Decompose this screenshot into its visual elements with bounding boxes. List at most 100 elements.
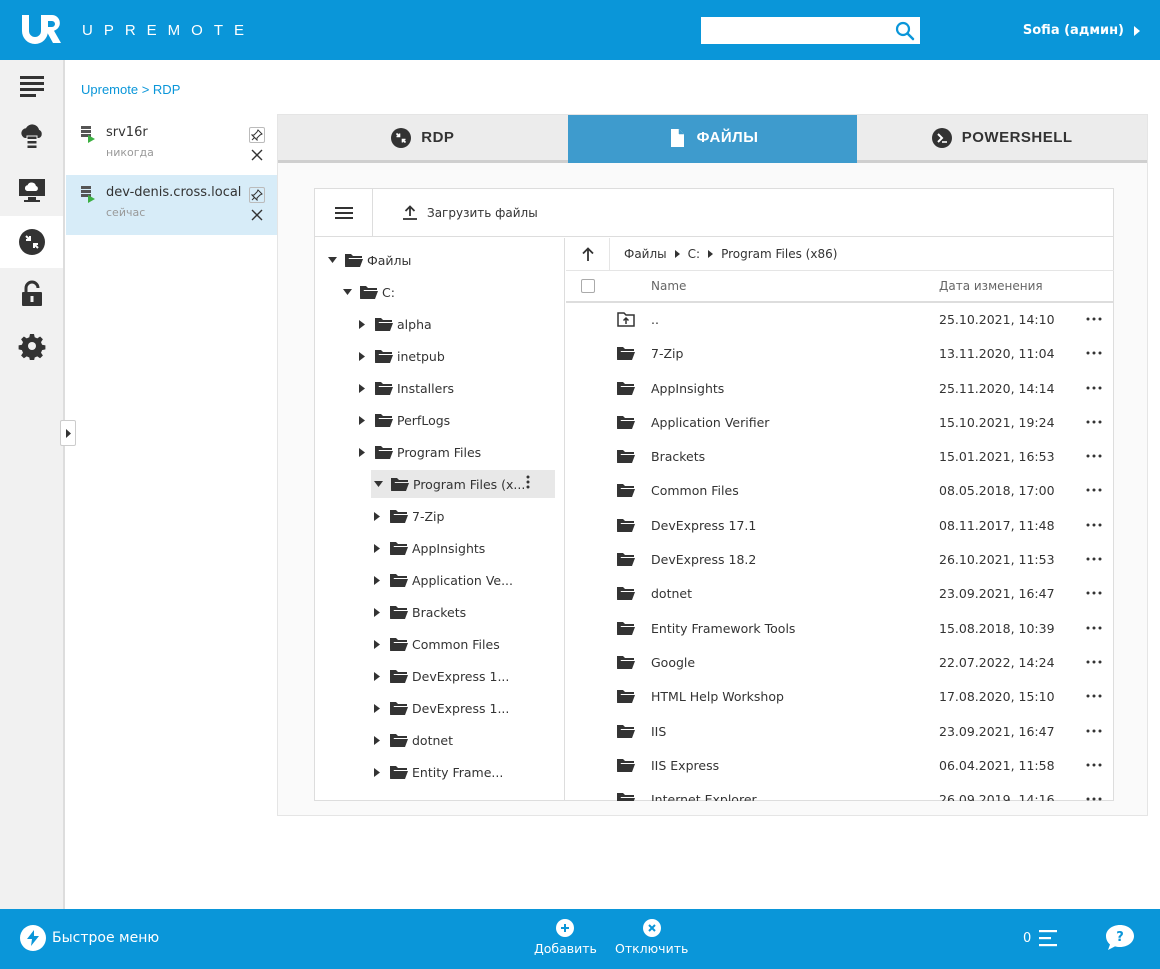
navigate-up-button[interactable] xyxy=(566,238,610,271)
table-row[interactable]: HTML Help Workshop 17.08.2020, 15:10 xyxy=(566,680,1114,714)
more-vertical-icon[interactable] xyxy=(526,475,530,492)
breadcrumb-current[interactable]: RDP xyxy=(153,82,180,97)
table-row[interactable]: DevExpress 18.2 26.10.2021, 11:53 xyxy=(566,543,1114,577)
more-horizontal-icon[interactable] xyxy=(1086,686,1102,701)
table-row[interactable]: Entity Framework Tools 15.08.2018, 10:39 xyxy=(566,612,1114,646)
tree-node[interactable]: dotnet xyxy=(370,726,453,754)
search-input[interactable] xyxy=(701,17,891,44)
session-item[interactable]: srv16r никогда xyxy=(66,115,277,175)
tree-node[interactable]: DevExpress 1... xyxy=(370,694,509,722)
more-horizontal-icon[interactable] xyxy=(1086,378,1102,393)
pin-icon[interactable] xyxy=(249,187,265,203)
tree-node[interactable]: Program Files xyxy=(355,438,481,466)
user-menu[interactable]: Sofia (админ) xyxy=(1023,23,1140,38)
more-horizontal-icon[interactable] xyxy=(1086,446,1102,461)
tree-node[interactable]: PerfLogs xyxy=(355,406,450,434)
more-horizontal-icon[interactable] xyxy=(1086,549,1102,564)
nav-menu[interactable] xyxy=(0,60,63,112)
caret-right-icon[interactable] xyxy=(370,511,384,521)
upremote-logo-icon[interactable] xyxy=(20,13,62,45)
tab-rdp[interactable]: RDP xyxy=(278,115,568,163)
caret-right-icon[interactable] xyxy=(370,575,384,585)
table-row[interactable]: Common Files 08.05.2018, 17:00 xyxy=(566,474,1114,508)
table-row[interactable]: Brackets 15.01.2021, 16:53 xyxy=(566,440,1114,474)
more-horizontal-icon[interactable] xyxy=(1086,618,1102,633)
caret-down-icon[interactable] xyxy=(325,257,339,263)
more-horizontal-icon[interactable] xyxy=(1086,412,1102,427)
caret-right-icon[interactable] xyxy=(355,447,369,457)
tree-node[interactable]: Entity Frame... xyxy=(370,758,503,786)
pin-icon[interactable] xyxy=(249,127,265,143)
table-row[interactable]: Internet Explorer 26.09.2019, 14:16 xyxy=(566,783,1114,801)
nav-rdp[interactable] xyxy=(0,216,63,268)
tree-node[interactable]: Program Files (x... xyxy=(371,470,555,498)
breadcrumb-root[interactable]: Upremote xyxy=(81,82,138,97)
tree-node[interactable]: inetpub xyxy=(355,342,445,370)
caret-right-icon[interactable] xyxy=(355,383,369,393)
path-segment[interactable]: C: xyxy=(688,247,700,261)
column-date-header[interactable]: Дата изменения xyxy=(939,279,1043,293)
close-icon[interactable] xyxy=(249,207,265,223)
more-horizontal-icon[interactable] xyxy=(1086,755,1102,770)
tree-node[interactable]: Brackets xyxy=(370,598,466,626)
more-horizontal-icon[interactable] xyxy=(1086,480,1102,495)
quick-menu-button[interactable]: Быстрое меню xyxy=(20,925,159,951)
task-counter[interactable]: 0 xyxy=(1023,929,1058,947)
caret-right-icon[interactable] xyxy=(370,607,384,617)
more-horizontal-icon[interactable] xyxy=(1086,583,1102,598)
help-chat-icon[interactable]: ? xyxy=(1104,923,1136,957)
table-row[interactable]: AppInsights 25.11.2020, 14:14 xyxy=(566,372,1114,406)
more-horizontal-icon[interactable] xyxy=(1086,343,1102,358)
tree-node[interactable]: DevExpress 1... xyxy=(370,662,509,690)
tree-node[interactable]: Файлы xyxy=(325,246,411,274)
more-horizontal-icon[interactable] xyxy=(1086,515,1102,530)
caret-right-icon[interactable] xyxy=(370,543,384,553)
table-row[interactable]: Google 22.07.2022, 14:24 xyxy=(566,646,1114,680)
table-row[interactable]: DevExpress 17.1 08.11.2017, 11:48 xyxy=(566,509,1114,543)
tab-powershell[interactable]: POWERSHELL xyxy=(857,115,1148,163)
caret-right-icon[interactable] xyxy=(355,351,369,361)
table-row[interactable]: dotnet 23.09.2021, 16:47 xyxy=(566,577,1114,611)
search-icon[interactable] xyxy=(895,21,915,41)
more-horizontal-icon[interactable] xyxy=(1086,789,1102,801)
tree-node[interactable]: Common Files xyxy=(370,630,500,658)
tree-node[interactable]: 7-Zip xyxy=(370,502,444,530)
column-name-header[interactable]: Name xyxy=(651,279,686,293)
caret-right-icon[interactable] xyxy=(370,735,384,745)
add-button[interactable]: Добавить xyxy=(534,919,597,956)
more-horizontal-icon[interactable] xyxy=(1086,721,1102,736)
tree-node[interactable]: AppInsights xyxy=(370,534,485,562)
table-row[interactable]: Application Verifier 15.10.2021, 19:24 xyxy=(566,406,1114,440)
more-horizontal-icon[interactable] xyxy=(1086,309,1102,324)
caret-right-icon[interactable] xyxy=(370,671,384,681)
table-row[interactable]: .. 25.10.2021, 14:10 xyxy=(566,303,1114,337)
search-box[interactable] xyxy=(701,17,920,44)
tree-node[interactable]: Application Ve... xyxy=(370,566,513,594)
caret-right-icon[interactable] xyxy=(370,767,384,777)
caret-down-icon[interactable] xyxy=(371,481,385,487)
caret-right-icon[interactable] xyxy=(370,703,384,713)
sidebar-collapse-handle[interactable] xyxy=(60,420,76,446)
table-row[interactable]: 7-Zip 13.11.2020, 11:04 xyxy=(566,337,1114,371)
select-all-checkbox[interactable] xyxy=(581,279,595,293)
nav-access[interactable] xyxy=(0,268,63,320)
tab-files[interactable]: ФАЙЛЫ xyxy=(567,115,858,163)
tree-node[interactable]: alpha xyxy=(355,310,432,338)
caret-right-icon[interactable] xyxy=(355,319,369,329)
tree-node[interactable]: Installers xyxy=(355,374,454,402)
upload-files-button[interactable]: Загрузить файлы xyxy=(403,205,538,220)
caret-right-icon[interactable] xyxy=(355,415,369,425)
table-row[interactable]: IIS Express 06.04.2021, 11:58 xyxy=(566,749,1114,783)
nav-remote-desktop[interactable] xyxy=(0,164,63,216)
tree-node[interactable]: C: xyxy=(340,278,395,306)
caret-right-icon[interactable] xyxy=(370,639,384,649)
nav-settings[interactable] xyxy=(0,320,63,372)
path-segment[interactable]: Program Files (x86) xyxy=(721,247,837,261)
close-icon[interactable] xyxy=(249,147,265,163)
path-segment[interactable]: Файлы xyxy=(624,247,667,261)
disconnect-button[interactable]: Отключить xyxy=(615,919,688,956)
more-horizontal-icon[interactable] xyxy=(1086,652,1102,667)
nav-cloud-servers[interactable] xyxy=(0,112,63,164)
session-item[interactable]: dev-denis.cross.local сейчас xyxy=(66,175,277,235)
table-row[interactable]: IIS 23.09.2021, 16:47 xyxy=(566,715,1114,749)
